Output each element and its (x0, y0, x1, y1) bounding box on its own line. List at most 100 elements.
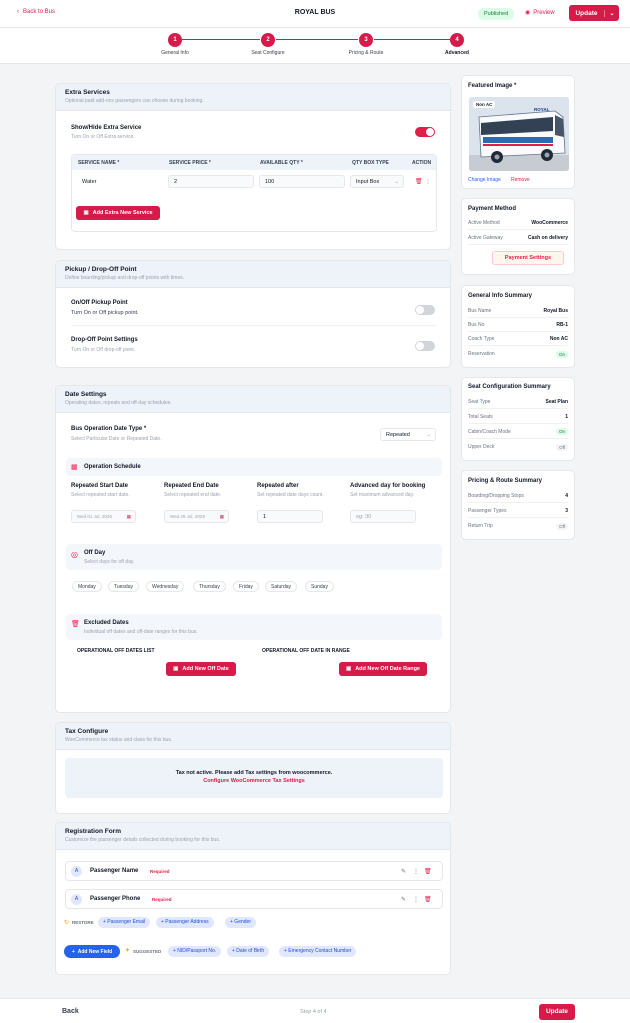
restore-passenger-address[interactable]: + Passenger Address (156, 917, 214, 928)
coach-type-badge: Non AC (473, 101, 496, 108)
delete-icon[interactable]: 🗑 (415, 178, 423, 185)
update-button-footer[interactable]: Update (539, 1004, 575, 1020)
status-tag: Off (556, 522, 568, 530)
extra-services-card: Extra Services Optional paid add-ons pass… (55, 83, 451, 250)
star-icon: ✦ (125, 948, 131, 954)
op-type-label: Bus Operation Date Type * (71, 426, 147, 432)
payment-settings-button[interactable]: Payment Settings (492, 251, 564, 265)
add-extra-service-button[interactable]: ▣ Add Extra New Service (76, 206, 160, 220)
form-field-row[interactable]: A Passenger Name Required ✎ ⋮ 🗑 (65, 861, 443, 881)
chevron-down-icon: ⌄ (394, 179, 399, 185)
eye-icon: ◉ (525, 10, 531, 16)
restore-gender[interactable]: + Gender (225, 917, 256, 928)
operation-schedule-header: ▦ Operation Schedule (66, 458, 442, 476)
day-monday[interactable]: Monday (72, 581, 102, 592)
status-tag: On (555, 428, 568, 435)
edit-icon[interactable]: ✎ (401, 868, 406, 875)
day-wednesday[interactable]: Wednesday (146, 581, 185, 592)
suggest-nid-passport[interactable]: + NID/Passport No. (168, 946, 222, 957)
divider (71, 325, 437, 326)
delete-icon[interactable]: 🗑 (424, 896, 432, 903)
summary-row: Total Seats 1 (468, 410, 568, 424)
change-image-link[interactable]: Change Image (468, 177, 501, 183)
date-settings-card: Date Settings Operating dates, repeats an… (55, 385, 451, 713)
qty-box-type-select[interactable]: Input Box ⌄ (350, 175, 404, 188)
start-date-input[interactable]: Wed 01 Jul, 2026 ▦ (71, 510, 136, 523)
col-action: ACTION (412, 160, 432, 166)
col-service-name: SERVICE NAME * (78, 160, 120, 166)
summary-row: Passenger Types 3 (468, 504, 568, 518)
row-key: Bus No (468, 321, 485, 328)
day-thursday[interactable]: Thursday (193, 581, 226, 592)
seat-config-summary-card: Seat Configuration Summary Seat Type Seat… (461, 377, 575, 461)
service-price-input[interactable]: 2 (168, 175, 254, 188)
extra-service-table: SERVICE NAME * SERVICE PRICE * AVAILABLE… (71, 154, 437, 232)
day-sunday[interactable]: Sunday (305, 581, 334, 592)
preview-button[interactable]: ◉ Preview (525, 9, 555, 17)
pickup-dropoff-card: Pickup / Drop-Off Point Define boarding/p… (55, 260, 451, 368)
stepper: 1 General Info 2 Seat Configure 3 Pricin… (0, 28, 630, 64)
dropoff-toggle[interactable] (415, 341, 435, 351)
suggest-emergency-contact[interactable]: + Emergency Contact Number (279, 946, 357, 957)
repeated-after-input[interactable]: 1 (257, 510, 323, 523)
bus-logo-text: ROYAL (534, 107, 550, 112)
edit-icon[interactable]: ✎ (401, 896, 406, 903)
step-1-circle[interactable]: 1 (168, 33, 182, 47)
bus-illustration (469, 97, 569, 171)
step-4-circle[interactable]: 4 (450, 33, 464, 47)
add-off-date-range-button[interactable]: ▣ Add New Off Date Range (339, 662, 427, 676)
featured-image-card: Featured Image * ROYAL Non AC Change Ima… (461, 75, 575, 189)
section-title: Tax Configure (65, 728, 109, 735)
pickup-toggle[interactable] (415, 305, 435, 315)
extra-service-toggle[interactable] (415, 127, 435, 137)
step-connector (374, 39, 450, 40)
add-off-date-button[interactable]: ▣ Add New Off Date (166, 662, 236, 676)
step-3-label: Pricing & Route (348, 50, 384, 56)
end-date-input[interactable]: Wed 29 Jul, 2026 ▦ (164, 510, 229, 523)
row-value: 3 (565, 507, 568, 514)
off-day-header: ◎ Off Day Select days for off day. (66, 544, 442, 570)
drag-handle-icon[interactable]: ⋮ (425, 178, 431, 185)
row-key: Reservation (468, 351, 495, 357)
advance-day-input[interactable]: eg: 30 (350, 510, 416, 523)
drag-handle-icon[interactable]: ⋮ (413, 896, 419, 903)
remove-image-link[interactable]: Remove (511, 177, 530, 183)
operation-schedule-title: Operation Schedule (84, 464, 141, 470)
step-3-circle[interactable]: 3 (359, 33, 373, 47)
circle-icon: ◎ (71, 550, 78, 559)
day-tuesday[interactable]: Tuesday (108, 581, 139, 592)
advance-day-sub: Set maximum advanced day. (350, 492, 415, 498)
start-date-value: Wed 01 Jul, 2026 (77, 514, 112, 519)
available-qty-input[interactable]: 100 (259, 175, 345, 188)
summary-row: Reservation On (468, 347, 568, 361)
field-label: Passenger Name (90, 868, 139, 874)
pickup-toggle-label: On/Off Pickup Point (71, 300, 128, 306)
suggest-date-of-birth[interactable]: + Date of Birth (227, 946, 270, 957)
step-2-circle[interactable]: 2 (261, 33, 275, 47)
day-saturday[interactable]: Saturday (265, 581, 298, 592)
row-value: Royal Bus (543, 307, 568, 314)
form-field-row[interactable]: A Passenger Phone Required ✎ ⋮ 🗑 (65, 889, 443, 909)
chevron-down-icon[interactable]: ⌄ (605, 10, 619, 17)
day-friday[interactable]: Friday (233, 581, 259, 592)
update-button[interactable]: Update ⌄ (569, 5, 619, 21)
row-key: Boarding/Dropping Stops (468, 492, 524, 499)
payment-method-title: Payment Method (468, 206, 517, 212)
summary-row: Seat Type Seat Plan (468, 395, 568, 409)
tax-notice: Tax not active. Please add Tax settings … (65, 758, 443, 798)
back-button[interactable]: Back (62, 1008, 79, 1015)
start-date-sub: Select repeated start date. (71, 492, 130, 498)
start-date-label: Repeated Start Date (71, 483, 129, 489)
bus-image: ROYAL Non AC (469, 97, 569, 171)
add-new-field-button[interactable]: + Add New Field (64, 945, 120, 958)
top-bar: ‹ Back to Bus ROYAL BUS Published ◉ Previe… (0, 0, 630, 28)
advance-day-label: Advanced day for booking (350, 483, 426, 489)
restore-passenger-email[interactable]: + Passenger Email (98, 917, 151, 928)
general-info-summary-card: General Info Summary Bus Name Royal Bus B… (461, 285, 575, 368)
op-type-sub: Select Particular Date or Repeated Date. (71, 436, 162, 442)
op-type-select[interactable]: Repeated ⌄ (380, 428, 436, 441)
service-name-input[interactable]: Water (76, 175, 164, 188)
drag-handle-icon[interactable]: ⋮ (413, 868, 419, 875)
configure-tax-link[interactable]: Configure WooCommerce Tax Settings (65, 778, 443, 784)
delete-icon[interactable]: 🗑 (424, 868, 432, 875)
